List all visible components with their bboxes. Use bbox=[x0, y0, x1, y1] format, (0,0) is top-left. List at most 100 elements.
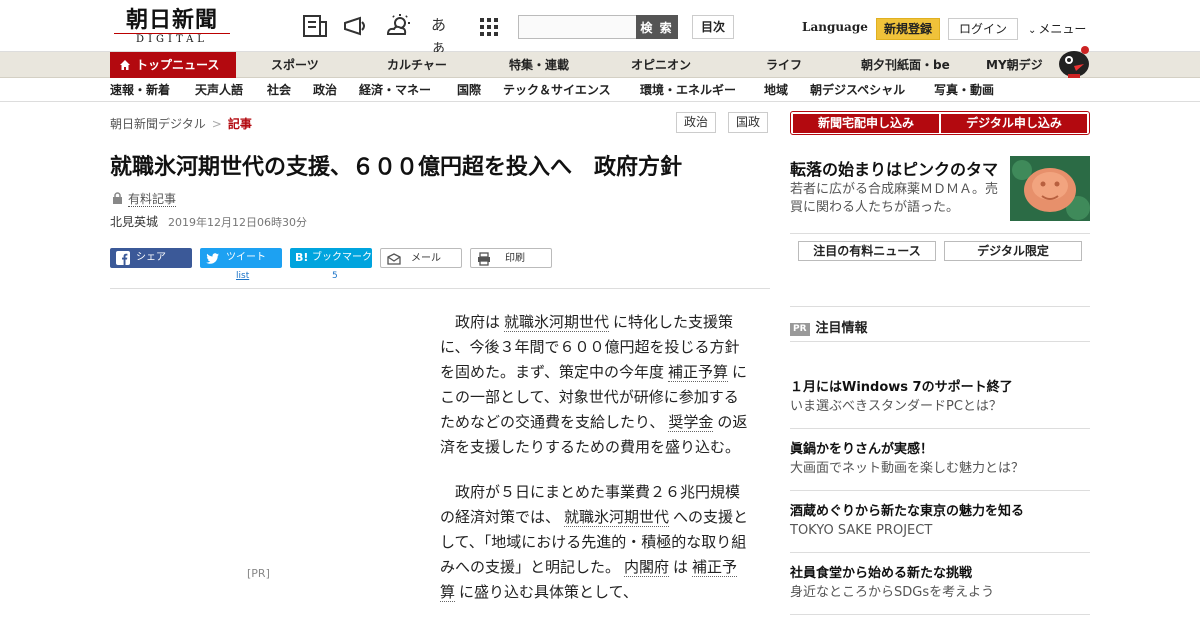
breadcrumb-root[interactable]: 朝日新聞デジタル bbox=[110, 117, 206, 131]
lock-icon bbox=[113, 192, 122, 204]
feature-thumbnail[interactable] bbox=[1010, 156, 1090, 221]
subscribe-box: 新聞宅配申し込み デジタル申し込み bbox=[790, 111, 1090, 135]
nav2-tenseijingo[interactable]: 天声人語 bbox=[195, 78, 243, 102]
newspaper-subscribe-button[interactable]: 新聞宅配申し込み bbox=[793, 114, 939, 133]
feature-headline[interactable]: 転落の始まりはピンクのタマ bbox=[790, 156, 998, 180]
hatena-bookmark-label: ブックマーク bbox=[312, 252, 372, 263]
register-button[interactable]: 新規登録 bbox=[876, 18, 940, 40]
hatena-count[interactable]: 5 bbox=[332, 271, 338, 281]
breadcrumb: 朝日新聞デジタル > 記事 bbox=[110, 115, 252, 132]
pr-item-headline[interactable]: １月にはWindows 7のサポート終了 bbox=[790, 379, 1090, 397]
pr-item[interactable]: 酒蔵めぐりから新たな東京の魅力を知る TOKYO SAKE PROJECT bbox=[790, 503, 1090, 541]
nav2-economy[interactable]: 経済・マネー bbox=[359, 78, 431, 102]
site-logo[interactable]: 朝日新聞 DIGITAL bbox=[114, 8, 230, 46]
nav2-tech[interactable]: テック＆サイエンス bbox=[503, 78, 611, 102]
nav2-society[interactable]: 社会 bbox=[267, 78, 291, 102]
facebook-share-button[interactable]: シェア bbox=[110, 248, 192, 268]
paragraph: 政府が５日にまとめた事業費２６兆円規模の経済対策では、 就職氷河期世代 への支援とし… bbox=[440, 480, 750, 605]
divider bbox=[790, 428, 1090, 429]
paid-article-badge: 有料記事 bbox=[112, 190, 177, 207]
tag-national[interactable]: 国政 bbox=[728, 112, 769, 133]
pr-item-headline[interactable]: 眞鍋かをりさんが実感！ bbox=[790, 441, 1090, 459]
keyword-link[interactable]: 就職氷河期世代 bbox=[504, 313, 610, 332]
tab-premium-news[interactable]: 注目の有料ニュース bbox=[798, 241, 936, 261]
menu-button[interactable]: ⌄ メニュー bbox=[1028, 20, 1086, 37]
keyword-link[interactable]: 補正予算 bbox=[667, 363, 728, 382]
nav-sports[interactable]: スポーツ bbox=[271, 52, 319, 78]
newspaper-icon[interactable] bbox=[302, 14, 328, 38]
font-size-icon[interactable]: あぁ bbox=[431, 14, 457, 56]
nav2-breaking[interactable]: 速報・新着 bbox=[110, 78, 170, 102]
weather-icon[interactable] bbox=[386, 14, 412, 38]
nav-label: トップニュース bbox=[136, 58, 220, 72]
pr-section-header: PR 注目情報 bbox=[790, 317, 868, 336]
nav-my-asahi[interactable]: MY朝デジ bbox=[986, 52, 1043, 78]
paid-label[interactable]: 有料記事 bbox=[128, 192, 177, 207]
pr-item-headline[interactable]: 酒蔵めぐりから新たな東京の魅力を知る bbox=[790, 503, 1090, 521]
logo-ja: 朝日新聞 bbox=[125, 7, 218, 33]
nav-life[interactable]: ライフ bbox=[766, 52, 802, 78]
divider bbox=[790, 614, 1090, 615]
nav-features[interactable]: 特集・連載 bbox=[509, 52, 569, 78]
toc-button[interactable]: 目次 bbox=[692, 15, 734, 39]
nav2-international[interactable]: 国際 bbox=[457, 78, 481, 102]
twitter-share-button[interactable]: ツイート bbox=[200, 248, 282, 268]
nav2-politics[interactable]: 政治 bbox=[313, 78, 337, 102]
hatena-icon: B! bbox=[295, 251, 309, 264]
twitter-share-label: ツイート bbox=[226, 252, 266, 263]
facebook-share-label: シェア bbox=[136, 252, 166, 263]
pr-item-subtitle: TOKYO SAKE PROJECT bbox=[790, 523, 933, 538]
divider bbox=[110, 288, 770, 289]
logo-en: DIGITAL bbox=[114, 33, 230, 45]
keyword-link[interactable]: 内閣府 bbox=[624, 558, 670, 577]
tag-politics[interactable]: 政治 bbox=[676, 112, 717, 133]
pr-item-headline[interactable]: 社員食堂から始める新たな挑戦 bbox=[790, 565, 1090, 583]
mail-share-button[interactable]: メール bbox=[380, 248, 462, 268]
divider bbox=[790, 552, 1090, 553]
nav-culture[interactable]: カルチャー bbox=[387, 52, 447, 78]
twitter-icon bbox=[206, 253, 219, 264]
apps-grid-icon[interactable] bbox=[476, 14, 502, 38]
article-body: 政府は 就職氷河期世代 に特化した支援策に、今後３年間で６００億円超を投じる方針を固… bbox=[440, 310, 750, 625]
keyword-link[interactable]: 就職氷河期世代 bbox=[564, 508, 670, 527]
mascot-icon[interactable] bbox=[1054, 44, 1092, 78]
tab-digital-only[interactable]: デジタル限定 bbox=[944, 241, 1082, 261]
feature-description: 若者に広がる合成麻薬ＭＤＭＡ。売買に関わる人たちが語った。 bbox=[790, 182, 999, 215]
hatena-bookmark-button[interactable]: B! ブックマーク bbox=[290, 248, 372, 268]
pr-item-subtitle: いま選ぶべきスタンダードPCとは？ bbox=[790, 399, 1002, 414]
divider bbox=[790, 490, 1090, 491]
login-button[interactable]: ログイン bbox=[948, 18, 1018, 40]
keyword-link[interactable]: 奨学金 bbox=[668, 413, 714, 432]
divider bbox=[790, 306, 1090, 307]
pr-section-title: 注目情報 bbox=[815, 321, 868, 336]
chevron-down-icon: ⌄ bbox=[1028, 25, 1037, 36]
search-button[interactable]: 検 索 bbox=[636, 15, 678, 39]
megaphone-icon[interactable] bbox=[342, 14, 368, 38]
pr-item[interactable]: 眞鍋かをりさんが実感！ 大画面でネット動画を楽しむ魅力とは？ bbox=[790, 441, 1090, 479]
pr-item[interactable]: 社員食堂から始める新たな挑戦 身近なところからSDGsを考えよう bbox=[790, 565, 1090, 603]
nav2-photo[interactable]: 写真・動画 bbox=[934, 78, 994, 102]
publish-date: 2019年12月12日06時30分 bbox=[168, 216, 307, 229]
author-name: 北見英城 bbox=[110, 215, 159, 229]
primary-nav: トップニュース スポーツ カルチャー 特集・連載 オピニオン ライフ 朝夕刊紙面… bbox=[0, 52, 1200, 78]
secondary-nav: 速報・新着 天声人語 社会 政治 経済・マネー 国際 テック＆サイエンス 環境・… bbox=[0, 78, 1200, 102]
print-button[interactable]: 印刷 bbox=[470, 248, 552, 268]
mail-share-label: メール bbox=[411, 253, 441, 264]
breadcrumb-current: 記事 bbox=[227, 117, 252, 131]
nav-paper[interactable]: 朝夕刊紙面・be bbox=[861, 52, 950, 78]
byline: 北見英城 2019年12月12日06時30分 bbox=[110, 213, 307, 230]
breadcrumb-separator: > bbox=[211, 117, 222, 131]
nav2-special[interactable]: 朝デジスペシャル bbox=[810, 78, 905, 102]
article-title: 就職氷河期世代の支援、６００億円超を投入へ 政府方針 bbox=[110, 155, 683, 180]
nav-top-news[interactable]: トップニュース bbox=[110, 52, 236, 78]
language-link[interactable]: Language bbox=[802, 20, 868, 34]
pr-item[interactable]: １月にはWindows 7のサポート終了 いま選ぶべきスタンダードPCとは？ bbox=[790, 379, 1090, 417]
digital-subscribe-button[interactable]: デジタル申し込み bbox=[941, 114, 1087, 133]
divider bbox=[790, 341, 1090, 342]
twitter-count[interactable]: list bbox=[236, 271, 249, 281]
nav2-region[interactable]: 地域 bbox=[764, 78, 788, 102]
nav-opinion[interactable]: オピニオン bbox=[631, 52, 691, 78]
nav2-environment[interactable]: 環境・エネルギー bbox=[640, 78, 736, 102]
paragraph: 政府は 就職氷河期世代 に特化した支援策に、今後３年間で６００億円超を投じる方針を固… bbox=[440, 310, 750, 460]
search-input[interactable] bbox=[518, 15, 636, 39]
